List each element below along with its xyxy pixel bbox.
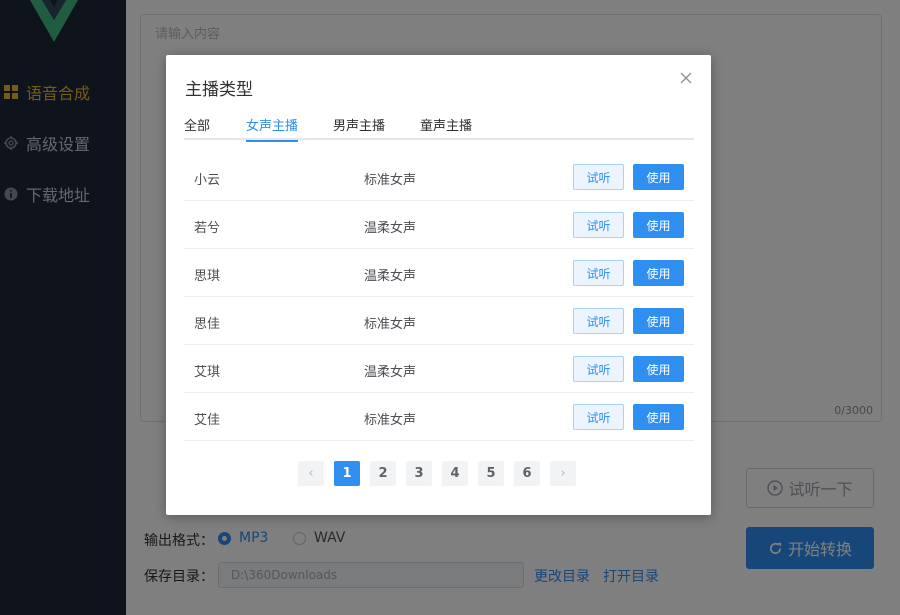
voice-name: 若兮: [194, 221, 221, 236]
next-page-button[interactable]: ›: [550, 461, 576, 486]
listen-button[interactable]: 试听: [573, 356, 624, 382]
use-button[interactable]: 使用: [633, 164, 684, 190]
voice-type: 温柔女声: [364, 269, 417, 284]
prev-page-button[interactable]: ‹: [298, 461, 324, 486]
listen-button[interactable]: 试听: [573, 212, 624, 238]
tab-all[interactable]: 全部: [184, 115, 210, 140]
voice-name: 小云: [194, 173, 221, 188]
table-row: 思琪 温柔女声 试听 使用: [184, 249, 694, 297]
tab-female[interactable]: 女声主播: [246, 115, 299, 142]
page-button-4[interactable]: 4: [442, 461, 468, 486]
table-row: 艾琪 温柔女声 试听 使用: [184, 345, 694, 393]
voice-type: 标准女声: [364, 413, 417, 428]
voice-name: 思琪: [194, 269, 221, 284]
voice-name: 思佳: [194, 317, 221, 332]
voice-type: 温柔女声: [364, 365, 417, 380]
close-icon[interactable]: [679, 71, 693, 85]
dialog-title: 主播类型: [185, 80, 253, 100]
anchor-type-dialog: 主播类型 全部 女声主播 男声主播 童声主播 小云 标准女声 试听 使用 若兮 …: [166, 55, 711, 515]
page-button-1[interactable]: 1: [334, 461, 360, 486]
tab-child[interactable]: 童声主播: [420, 115, 472, 140]
use-button[interactable]: 使用: [633, 308, 684, 334]
voice-list: 小云 标准女声 试听 使用 若兮 温柔女声 试听 使用 思琪 温柔女声 试听 使…: [184, 153, 694, 441]
listen-button[interactable]: 试听: [573, 260, 624, 286]
page-button-3[interactable]: 3: [406, 461, 432, 486]
table-row: 若兮 温柔女声 试听 使用: [184, 201, 694, 249]
listen-button[interactable]: 试听: [573, 164, 624, 190]
use-button[interactable]: 使用: [633, 260, 684, 286]
page-button-2[interactable]: 2: [370, 461, 396, 486]
use-button[interactable]: 使用: [633, 212, 684, 238]
voice-type: 标准女声: [364, 317, 417, 332]
voice-type: 标准女声: [364, 173, 417, 188]
voice-name: 艾琪: [194, 365, 221, 380]
voice-tabs: 全部 女声主播 男声主播 童声主播: [184, 115, 694, 142]
voice-name: 艾佳: [194, 413, 221, 428]
page-button-6[interactable]: 6: [514, 461, 540, 486]
page-button-5[interactable]: 5: [478, 461, 504, 486]
use-button[interactable]: 使用: [633, 404, 684, 430]
voice-type: 温柔女声: [364, 221, 417, 236]
table-row: 思佳 标准女声 试听 使用: [184, 297, 694, 345]
listen-button[interactable]: 试听: [573, 308, 624, 334]
use-button[interactable]: 使用: [633, 356, 684, 382]
table-row: 小云 标准女声 试听 使用: [184, 153, 694, 201]
table-row: 艾佳 标准女声 试听 使用: [184, 393, 694, 441]
listen-button[interactable]: 试听: [573, 404, 624, 430]
tab-male[interactable]: 男声主播: [333, 115, 385, 140]
